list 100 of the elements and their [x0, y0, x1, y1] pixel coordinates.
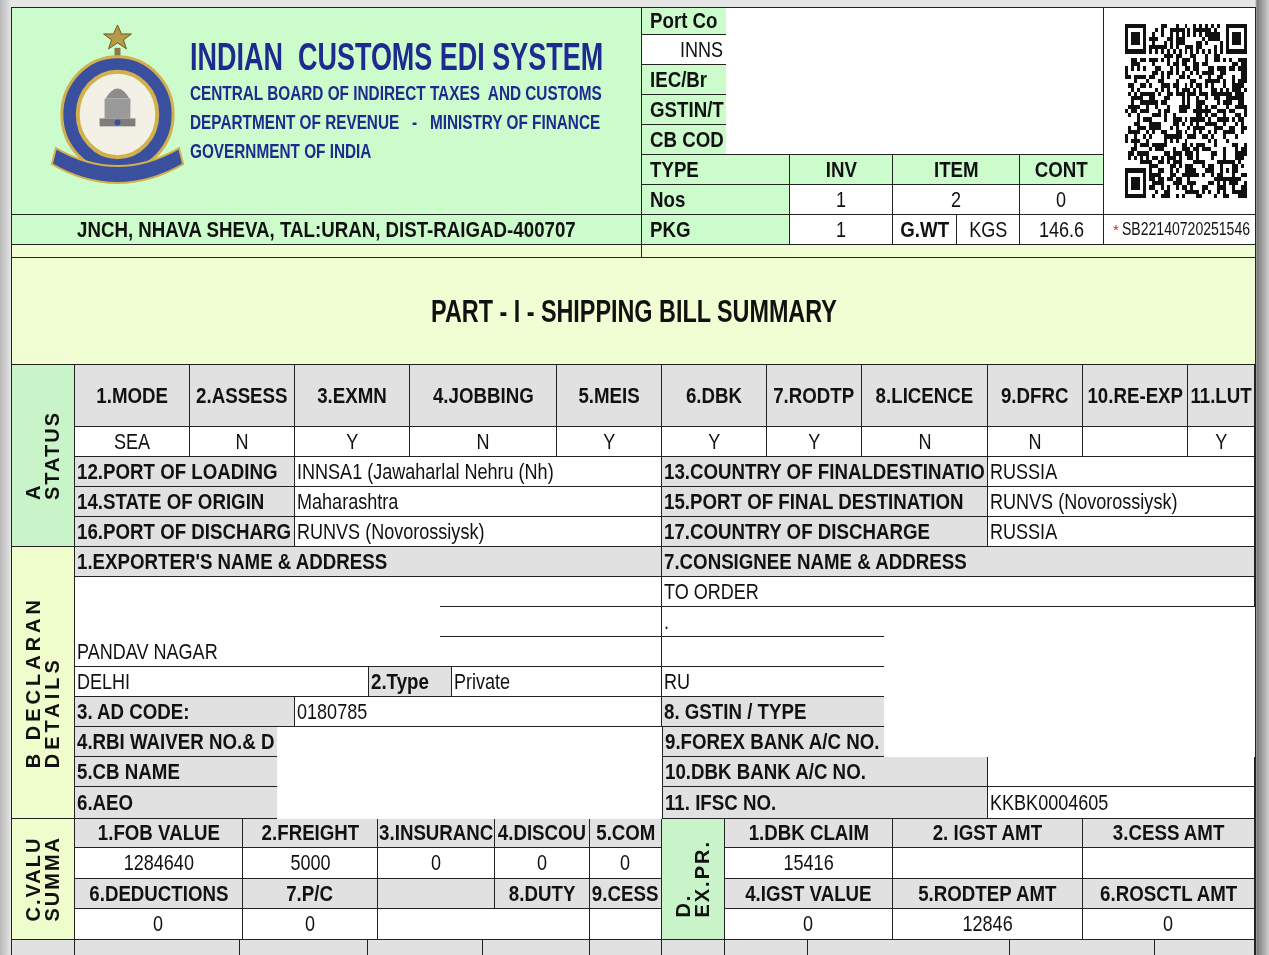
- department-line: CENTRAL BOARD OF INDIRECT TAXES AND CUSTOMS: [190, 80, 602, 106]
- column-header: 11.LUT: [1188, 365, 1255, 427]
- field-label: 2.Type: [369, 667, 452, 697]
- field-value: DELHI: [75, 667, 369, 697]
- field-label: 15.PORT OF FINAL DESTINATION: [662, 487, 988, 517]
- column-header: 5.COM: [590, 819, 662, 848]
- table-cell: 2: [893, 185, 1020, 215]
- table-cell: N: [862, 427, 988, 457]
- table-cell: 0: [378, 848, 495, 879]
- field-value: RUNVS (Novorossiysk): [295, 517, 662, 547]
- department-line: GOVERNMENT OF INDIA: [190, 138, 372, 164]
- column-header: 7.RODTP: [767, 365, 862, 427]
- row-header: Nos: [642, 185, 790, 215]
- field-label: 13.COUNTRY OF FINALDESTINATIO: [662, 457, 988, 487]
- column-header: 4.IGST VALUE: [725, 879, 893, 909]
- table-cell: 1: [790, 215, 893, 245]
- field-value: TO ORDER: [662, 577, 1255, 607]
- column-header: 4.JOBBING: [410, 365, 557, 427]
- table-cell: KGS: [957, 215, 1020, 245]
- field-label: GSTIN/T: [642, 95, 726, 125]
- column-header: 5.MEIS: [557, 365, 662, 427]
- row-header: PKG: [642, 215, 790, 245]
- column-header: 3.EXMN: [295, 365, 410, 427]
- column-header: CONT: [1020, 155, 1103, 185]
- field-label: 3. AD CODE:: [75, 697, 295, 727]
- field-label: 6.AEO: [75, 787, 277, 819]
- column-header: 2.ASSESS: [190, 365, 295, 427]
- section-label: SUMMA: [43, 836, 62, 922]
- column-header: 6.ROSCTL AMT: [1083, 879, 1255, 909]
- table-cell: N: [190, 427, 295, 457]
- table-cell: Y: [1188, 427, 1255, 457]
- shipping-bill-number: SB22140720251546: [1121, 219, 1250, 240]
- table-cell: 0: [495, 848, 590, 879]
- field-value: PANDAV NAGAR: [75, 637, 662, 667]
- field-label: 16.PORT OF DISCHARG: [75, 517, 295, 547]
- field-value: RUSSIA: [988, 517, 1255, 547]
- column-header: 1.DBK CLAIM: [725, 819, 893, 848]
- field-label: 7.CONSIGNEE NAME & ADDRESS: [662, 547, 1255, 577]
- column-header: 2.FREIGHT: [243, 819, 378, 848]
- table-cell: SEA: [75, 427, 190, 457]
- field-label: 1.EXPORTER'S NAME & ADDRESS: [75, 547, 662, 577]
- field-label: 9.FOREX BANK A/C NO.: [662, 727, 884, 757]
- table-cell: N: [988, 427, 1083, 457]
- column-header: 6.DEDUCTIONS: [75, 879, 243, 909]
- table-cell: Y: [662, 427, 767, 457]
- table-cell: 12846: [893, 909, 1083, 940]
- column-header: 5.RODTEP AMT: [893, 879, 1083, 909]
- column-header: TYPE: [642, 155, 790, 185]
- field-label: 10.DBK BANK A/C NO.: [662, 757, 988, 787]
- field-value: RUSSIA: [988, 457, 1255, 487]
- table-cell: 5000: [243, 848, 378, 879]
- column-header: 9.DFRC: [988, 365, 1083, 427]
- column-header: 1.FOB VALUE: [75, 819, 243, 848]
- column-header: 2. IGST AMT: [893, 819, 1083, 848]
- field-value: KKBK0004605: [988, 787, 1255, 819]
- table-cell: Y: [767, 427, 862, 457]
- column-header: 8.DUTY: [495, 879, 590, 909]
- column-header: 10.RE-EXP: [1083, 365, 1188, 427]
- column-header: 3.CESS AMT: [1083, 819, 1255, 848]
- field-value: Private: [452, 667, 662, 697]
- section-label: EX.PR.: [693, 840, 712, 918]
- field-value: INNSA1 (Jawaharlal Nehru (Nh): [295, 457, 662, 487]
- field-label: 11. IFSC NO.: [662, 787, 988, 819]
- table-cell: 1284640: [75, 848, 243, 879]
- section-label: STATUS: [43, 411, 62, 500]
- table-cell: 0: [75, 909, 243, 940]
- field-label: 4.RBI WAIVER NO.& D: [75, 727, 277, 757]
- table-cell: 0: [725, 909, 893, 940]
- table-cell: 0: [590, 848, 662, 879]
- department-line: DEPARTMENT OF REVENUE - MINISTRY OF FINANCE: [190, 109, 601, 135]
- field-label: 17.COUNTRY OF DISCHARGE: [662, 517, 988, 547]
- system-title: INDIAN CUSTOMS EDI SYSTEM: [190, 37, 604, 78]
- table-cell: 0: [1083, 909, 1255, 940]
- port-address: JNCH, NHAVA SHEVA, TAL:URAN, DIST-RAIGAD-400707: [12, 215, 642, 245]
- field-label: 5.CB NAME: [75, 757, 277, 787]
- section-label: A: [24, 482, 43, 500]
- field-label: IEC/Br: [642, 65, 726, 95]
- section-label: C.VALU: [24, 836, 43, 922]
- field-value: Maharashtra: [295, 487, 662, 517]
- column-header: 3.INSURANC: [378, 819, 495, 848]
- table-cell: 0: [243, 909, 378, 940]
- page-title: PART - I - SHIPPING BILL SUMMARY: [430, 295, 837, 327]
- column-header: 9.CESS: [590, 879, 662, 909]
- field-label: 14.STATE OF ORIGIN: [75, 487, 295, 517]
- column-header: 4.DISCOU: [495, 819, 590, 848]
- section-label: DETAILS: [43, 655, 62, 769]
- column-header: 1.MODE: [75, 365, 190, 427]
- column-header: 7.P/C: [243, 879, 378, 909]
- section-label: D.: [674, 892, 693, 918]
- table-cell: G.WT: [893, 215, 957, 245]
- field-value: RUNVS (Novorossiysk): [988, 487, 1255, 517]
- column-header: ITEM: [893, 155, 1020, 185]
- section-label: B DECLARAN: [24, 596, 43, 769]
- field-label: 8. GSTIN / TYPE: [662, 697, 884, 727]
- table-cell: Y: [295, 427, 410, 457]
- column-header: 6.DBK: [662, 365, 767, 427]
- table-cell: 1: [790, 185, 893, 215]
- column-header: 8.LICENCE: [862, 365, 988, 427]
- field-value: 0180785: [295, 697, 662, 727]
- table-cell: 15416: [725, 848, 893, 879]
